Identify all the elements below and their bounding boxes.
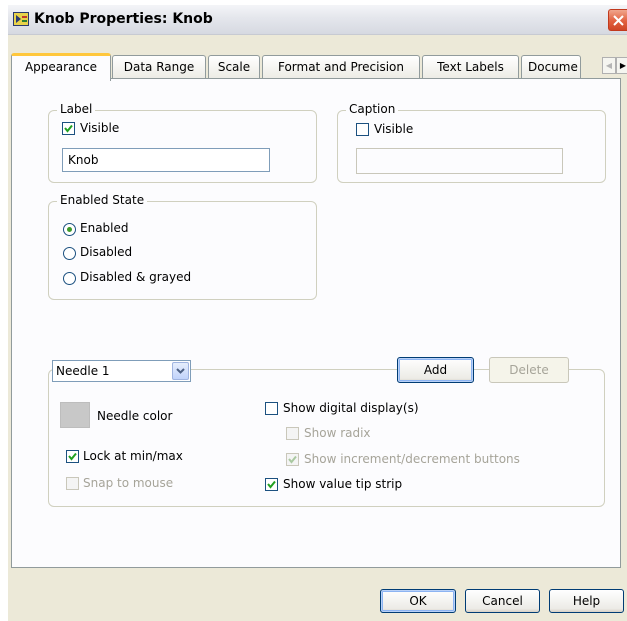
label-group: Label Visible Knob: [48, 102, 317, 183]
show-inc-dec-label: Show increment/decrement buttons: [304, 452, 520, 466]
checkmark-icon: [267, 480, 276, 489]
cancel-button-label: Cancel: [482, 594, 523, 608]
tab-label: Format and Precision: [277, 60, 405, 74]
chevron-left-icon: ◀: [605, 61, 613, 70]
lock-min-max-checkbox[interactable]: [66, 450, 79, 463]
caption-group: Caption Visible: [337, 102, 606, 183]
tab-scroll-right-button[interactable]: ▶: [616, 57, 627, 74]
cancel-button[interactable]: Cancel: [465, 589, 540, 613]
disabled-grayed-radio[interactable]: [63, 272, 76, 285]
tab-appearance[interactable]: Appearance: [11, 53, 111, 81]
radio-dot: [67, 227, 72, 232]
tab-scroll-left-button[interactable]: ◀: [602, 57, 616, 74]
title-bar[interactable]: Knob Properties: Knob: [8, 5, 627, 35]
chevron-right-icon: ▶: [619, 61, 627, 70]
snap-to-mouse-label: Snap to mouse: [83, 476, 174, 490]
close-icon: [613, 15, 624, 26]
close-button[interactable]: [608, 9, 627, 31]
needle-select-dropdown-button[interactable]: [172, 362, 189, 380]
caption-visible-checkbox[interactable]: [356, 123, 369, 136]
show-inc-dec-checkbox[interactable]: [286, 453, 299, 466]
show-radix-checkbox[interactable]: [286, 427, 299, 440]
show-radix-label: Show radix: [304, 426, 371, 440]
ok-button-label: OK: [409, 594, 427, 608]
help-button-label: Help: [572, 594, 601, 608]
needle-color-label: Needle color: [97, 409, 173, 423]
appearance-panel: Label Visible Knob Caption Visible Enabl…: [11, 78, 621, 568]
help-button[interactable]: Help: [549, 589, 624, 613]
enabled-state-group: Enabled State Enabled Disabled Disabled …: [48, 193, 317, 300]
caption-group-legend: Caption: [346, 102, 399, 116]
needle-select-value: Needle 1: [56, 364, 110, 378]
tab-scroll-arrows: ◀ ▶: [602, 57, 627, 74]
disabled-grayed-label: Disabled & grayed: [80, 270, 192, 284]
window-title: Knob Properties: Knob: [34, 11, 213, 27]
caption-visible-label: Visible: [374, 122, 414, 136]
add-needle-button[interactable]: Add: [397, 357, 474, 383]
enabled-radio[interactable]: [63, 223, 76, 236]
label-group-legend: Label: [57, 102, 96, 116]
tab-format-and-precision[interactable]: Format and Precision: [262, 55, 420, 79]
add-button-label: Add: [423, 363, 448, 377]
needle-select[interactable]: Needle 1: [52, 360, 191, 382]
label-text-field[interactable]: Knob: [62, 148, 270, 172]
tab-label: Text Labels: [437, 60, 504, 74]
disabled-radio[interactable]: [63, 247, 76, 260]
tab-documentation[interactable]: Docume: [521, 55, 581, 79]
tab-text-labels[interactable]: Text Labels: [422, 55, 519, 79]
checkmark-icon: [288, 455, 297, 464]
disabled-label: Disabled: [80, 245, 133, 259]
enabled-label: Enabled: [80, 221, 129, 235]
labview-app-icon: [13, 11, 29, 27]
snap-to-mouse-checkbox[interactable]: [66, 477, 79, 490]
tab-label: Appearance: [24, 60, 98, 74]
tab-label: Docume: [528, 60, 578, 74]
label-visible-checkbox[interactable]: [62, 122, 75, 135]
show-digital-display-label: Show digital display(s): [283, 401, 419, 415]
tab-label: Scale: [217, 60, 251, 74]
lock-min-max-label: Lock at min/max: [83, 449, 183, 463]
checkmark-icon: [64, 124, 73, 133]
needle-color-swatch[interactable]: [60, 402, 90, 428]
ok-button[interactable]: OK: [380, 589, 456, 613]
chevron-down-icon: [176, 368, 185, 374]
caption-text-field[interactable]: [356, 148, 563, 174]
delete-needle-button[interactable]: Delete: [489, 357, 569, 383]
checkmark-icon: [68, 452, 77, 461]
label-visible-label: Visible: [80, 121, 120, 135]
show-value-tip-strip-label: Show value tip strip: [283, 477, 403, 491]
show-value-tip-strip-checkbox[interactable]: [265, 478, 278, 491]
delete-button-label: Delete: [509, 363, 549, 377]
show-digital-display-checkbox[interactable]: [265, 402, 278, 415]
tab-label: Data Range: [123, 60, 195, 74]
tab-data-range[interactable]: Data Range: [112, 55, 206, 79]
tab-scale[interactable]: Scale: [208, 55, 260, 79]
enabled-state-legend: Enabled State: [57, 193, 148, 207]
